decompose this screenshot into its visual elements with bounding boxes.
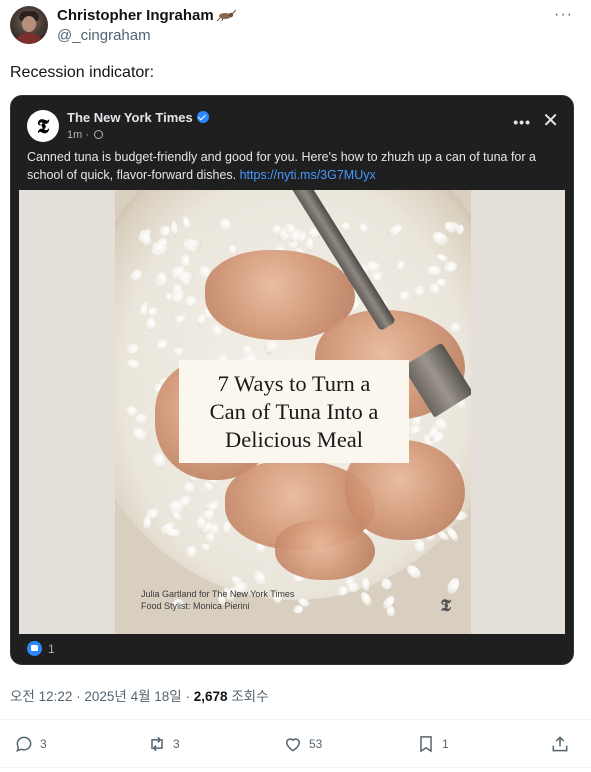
avatar-face	[22, 16, 36, 32]
share-icon	[552, 736, 568, 752]
views-count: 2,678	[193, 689, 228, 704]
embed-link[interactable]: https://nyti.ms/3G7MUyx	[240, 168, 376, 182]
embed-time-text: 1m ·	[67, 129, 93, 141]
like-count: 53	[309, 737, 323, 751]
reply-button[interactable]: 3	[14, 734, 47, 754]
nyt-photo-logo-icon: 𝕿	[440, 596, 451, 616]
embed-reactions[interactable]: 1	[27, 641, 55, 656]
rice-grain	[347, 582, 361, 593]
reply-icon	[16, 736, 32, 752]
photo-credit: Julia Gartland for The New York Times Fo…	[141, 588, 294, 612]
divider-top	[0, 719, 591, 720]
photo-credit-line-2: Food Stylist: Monica Pierini	[141, 601, 250, 611]
rice-grain	[359, 590, 374, 608]
tweet-meta: 오전 12:22 · 2025년 4월 18일 · 2,678 조회수	[10, 685, 269, 705]
tweet-text: Recession indicator:	[10, 64, 155, 81]
bookmark-count: 1	[442, 737, 449, 751]
retweet-button[interactable]: 3	[147, 734, 180, 754]
reply-count: 3	[40, 737, 47, 751]
photo-credit-line-1: Julia Gartland for The New York Times	[141, 589, 295, 599]
tweet-timestamp[interactable]: 오전 12:22 · 2025년 4월 18일 ·	[10, 689, 194, 704]
retweet-icon	[151, 736, 163, 752]
reaction-count: 1	[48, 642, 55, 656]
more-options-button[interactable]: ···	[554, 6, 573, 24]
embed-caption: Canned tuna is budget-friendly and good …	[27, 148, 547, 184]
views-label: 조회수	[227, 689, 269, 704]
embed-timestamp: 1m ·	[67, 129, 104, 141]
nyt-logo-glyph: 𝕿	[36, 114, 50, 138]
embed-page-name-text[interactable]: The New York Times	[67, 110, 193, 125]
avatar[interactable]	[10, 6, 48, 44]
rice-grain	[444, 576, 461, 597]
headline-card: 7 Ways to Turn a Can of Tuna Into a Deli…	[179, 360, 409, 463]
verified-badge-icon	[196, 111, 209, 123]
bookmark-button[interactable]: 1	[416, 734, 449, 754]
author-name[interactable]: Christopher Ingraham	[57, 7, 236, 25]
tweet-actions: 3 3 53 1	[0, 724, 591, 766]
embed-close-button[interactable]: ✕	[542, 111, 559, 131]
retweet-count: 3	[173, 737, 180, 751]
embed-photo[interactable]: 7 Ways to Turn a Can of Tuna Into a Deli…	[19, 190, 565, 634]
bookmark-icon	[420, 736, 432, 753]
rice-grain	[177, 272, 195, 282]
headline-line-2: Can of Tuna Into a	[209, 399, 379, 424]
share-button[interactable]	[550, 734, 576, 754]
embed-page-name[interactable]: The New York Times	[67, 110, 209, 125]
like-button[interactable]: 53	[283, 734, 322, 754]
rice-grain	[442, 260, 457, 272]
tuna-flakes	[275, 520, 375, 580]
like-reaction-icon	[27, 641, 42, 656]
rice-grain	[413, 285, 424, 296]
rice-grain	[223, 520, 230, 536]
author-handle[interactable]: @_cingraham	[57, 27, 151, 45]
rice-grain	[435, 278, 448, 286]
embed-more-button[interactable]: •••	[513, 114, 531, 130]
tuna-rice-photo: 7 Ways to Turn a Can of Tuna Into a Deli…	[115, 190, 471, 634]
headline-line-3: Delicious Meal	[224, 427, 364, 452]
embedded-facebook-post[interactable]: 𝕿 The New York Times 1m · ••• ✕ Canned t…	[10, 95, 574, 665]
avatar-shirt	[15, 33, 43, 44]
author-name-text[interactable]: Christopher Ingraham	[57, 7, 214, 24]
tweet-header: Christopher Ingraham @_cingraham ···	[0, 0, 591, 52]
divider-bottom	[0, 767, 591, 768]
nyt-logo-icon[interactable]: 𝕿	[27, 110, 59, 142]
globe-icon	[94, 130, 104, 139]
cricket-emoji-icon	[216, 9, 236, 21]
headline-line-1: 7 Ways to Turn a	[217, 371, 371, 396]
rice-grain	[227, 244, 237, 256]
heart-icon	[285, 738, 301, 752]
